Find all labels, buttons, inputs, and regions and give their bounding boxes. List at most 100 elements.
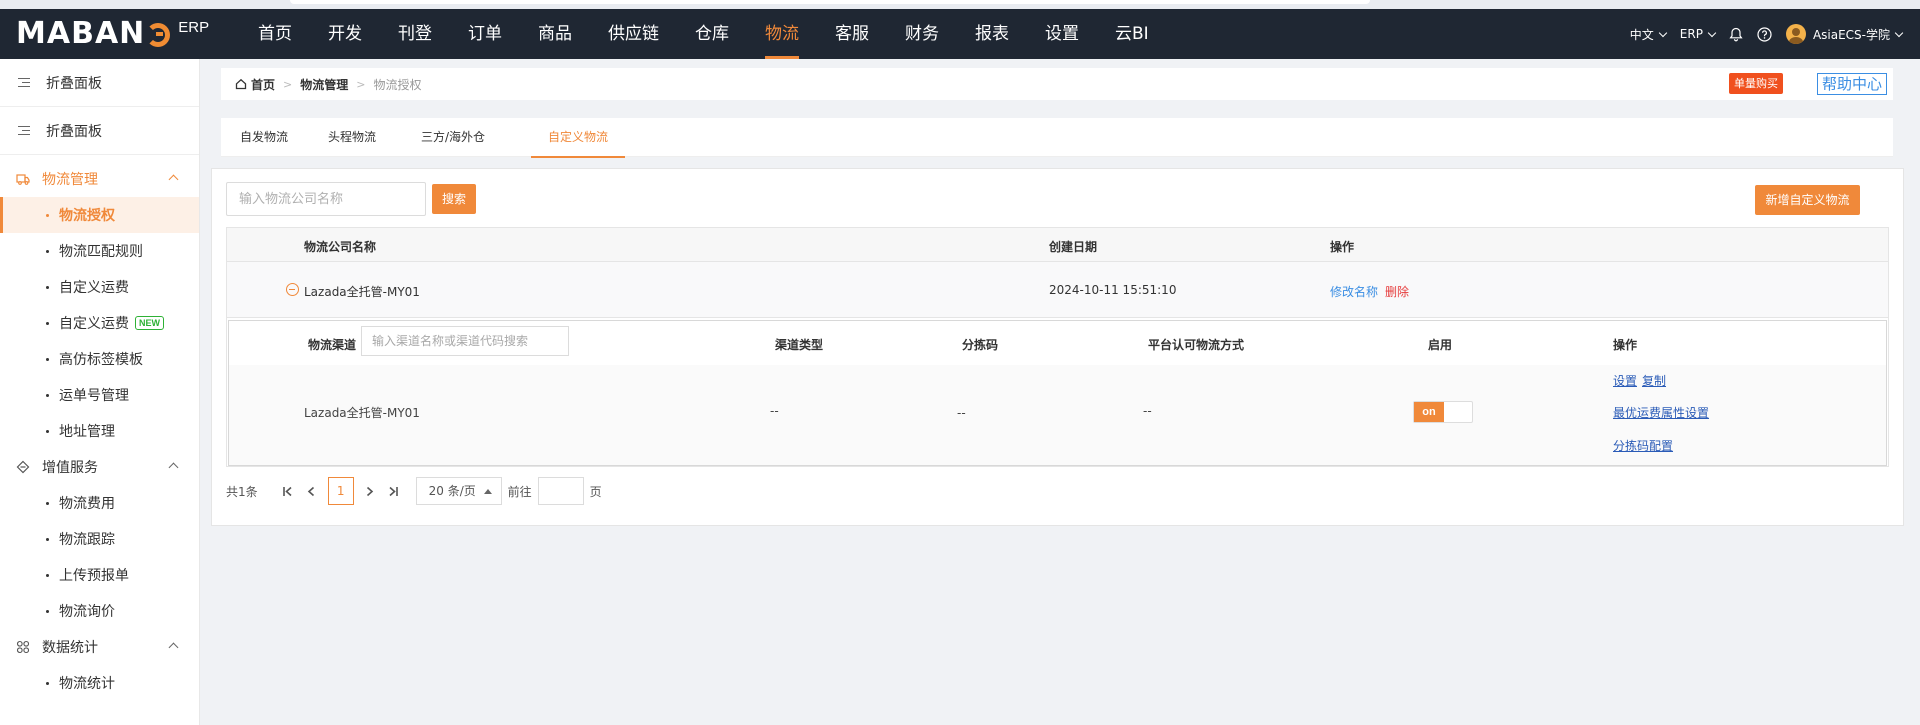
- user-menu[interactable]: AsiaECS-学院: [1785, 24, 1904, 44]
- sidebar-item-logistics-tracking[interactable]: 物流跟踪: [0, 521, 199, 557]
- sidebar-item-label: 物流询价: [59, 604, 115, 620]
- sidebar-item-custom-freight-new[interactable]: 自定义运费 NEW: [0, 305, 199, 341]
- sidebar-item-logistics-auth[interactable]: 物流授权: [0, 197, 199, 233]
- avatar: [1785, 24, 1806, 44]
- bullet-dot: [46, 537, 49, 541]
- buy-volume-button[interactable]: 单量购买: [1729, 73, 1783, 94]
- tab-custom-logistics[interactable]: 自定义物流: [531, 118, 625, 158]
- sidebar-group-logistics-management[interactable]: 物流管理: [0, 161, 199, 197]
- user-name: AsiaECS-学院: [1812, 27, 1890, 42]
- tab-self-shipping[interactable]: 自发物流: [235, 118, 293, 157]
- header-sort-code: 分拣码: [962, 338, 999, 352]
- fold-menu-icon: [18, 77, 30, 88]
- sidebar-item-custom-freight[interactable]: 自定义运费: [0, 269, 199, 305]
- help-icon[interactable]: [1757, 26, 1772, 42]
- chevron-down-icon: [1707, 28, 1717, 37]
- sidebar-item-address-mgmt[interactable]: 地址管理: [0, 413, 199, 449]
- enabled-toggle[interactable]: on: [1413, 401, 1473, 423]
- nav-logistics[interactable]: 物流: [747, 9, 817, 59]
- sidebar-group-value-added-services[interactable]: 增值服务: [0, 449, 199, 485]
- sidebar-group-data-statistics[interactable]: 数据统计: [0, 629, 199, 665]
- nav-products[interactable]: 商品: [520, 9, 590, 59]
- header-channel-type: 渠道类型: [775, 338, 824, 352]
- nav-customer-service[interactable]: 客服: [817, 9, 887, 59]
- sidebar-item-tracking-number-mgmt[interactable]: 运单号管理: [0, 377, 199, 413]
- first-page-icon[interactable]: [276, 477, 300, 505]
- sidebar-item-logistics-quote[interactable]: 物流询价: [0, 593, 199, 629]
- collapse-minus-icon[interactable]: [286, 283, 299, 296]
- bell-icon[interactable]: [1729, 27, 1743, 42]
- company-name: Lazada全托管-MY01: [304, 285, 420, 299]
- fold-panel-1[interactable]: 折叠面板: [0, 59, 199, 107]
- table-header: 物流公司名称 创建日期 操作: [227, 228, 1888, 262]
- fold-panel-2[interactable]: 折叠面板: [0, 107, 199, 155]
- nav-home[interactable]: 首页: [240, 9, 310, 59]
- channel-type-value: --: [770, 404, 779, 418]
- fold-panel-label: 折叠面板: [46, 123, 102, 140]
- nav-settings[interactable]: 设置: [1027, 9, 1097, 59]
- breadcrumb-level1[interactable]: 物流管理: [300, 76, 348, 93]
- company-search-input[interactable]: [226, 182, 426, 216]
- sidebar-item-label: 地址管理: [59, 424, 115, 440]
- logo[interactable]: MABAN ERP: [16, 17, 209, 51]
- system-dropdown[interactable]: ERP: [1680, 27, 1717, 41]
- nav-warehouse[interactable]: 仓库: [677, 9, 747, 59]
- sidebar-item-label: 物流匹配规则: [59, 244, 143, 260]
- language-dropdown[interactable]: 中文: [1629, 26, 1668, 43]
- sidebar-item-upload-manifest[interactable]: 上传预报单: [0, 557, 199, 593]
- bullet-dot: [46, 501, 49, 505]
- logo-text: MABAN: [16, 16, 146, 51]
- page-size-select[interactable]: 20 条/页: [415, 477, 502, 505]
- sidebar-item-logistics-fees[interactable]: 物流费用: [0, 485, 199, 521]
- chevron-down-icon: [1894, 28, 1904, 37]
- bullet-dot: [46, 213, 49, 217]
- created-date: 2024-10-11 15:51:10: [1049, 283, 1177, 297]
- sidebar: 折叠面板 折叠面板 物流管理 物流授权 物流匹配规则 自定义运费 自定义运费 NE…: [0, 59, 200, 725]
- sidebar-group-label: 数据统计: [42, 640, 98, 656]
- header-channel: 物流渠道: [308, 338, 357, 352]
- header-platform-method: 平台认可物流方式: [1148, 338, 1245, 352]
- breadcrumb-separator: >: [356, 77, 366, 91]
- header-enabled: 启用: [1428, 338, 1453, 352]
- sidebar-item-logistics-match-rules[interactable]: 物流匹配规则: [0, 233, 199, 269]
- last-page-icon[interactable]: [382, 477, 406, 505]
- optimal-freight-settings-link[interactable]: 最优运费属性设置: [1613, 404, 1709, 421]
- bullet-dot: [46, 609, 49, 613]
- tab-first-leg[interactable]: 头程物流: [323, 118, 381, 157]
- nav-orders[interactable]: 订单: [450, 9, 520, 59]
- tab-third-party-overseas[interactable]: 三方/海外仓: [413, 118, 493, 157]
- nav-reports[interactable]: 报表: [957, 9, 1027, 59]
- sidebar-item-label: 物流跟踪: [59, 532, 115, 548]
- sort-code-config-link[interactable]: 分拣码配置: [1613, 437, 1673, 454]
- sort-code-value: --: [957, 406, 966, 420]
- next-page-icon[interactable]: [358, 477, 382, 505]
- language-label: 中文: [1629, 27, 1654, 42]
- nav-listing[interactable]: 刊登: [380, 9, 450, 59]
- add-custom-logistics-button[interactable]: 新增自定义物流: [1755, 185, 1860, 215]
- rename-link[interactable]: 修改名称: [1330, 283, 1378, 300]
- breadcrumb-home[interactable]: 首页: [251, 76, 275, 93]
- chevron-up-icon: [168, 462, 179, 473]
- truck-icon: [16, 172, 30, 186]
- nav-finance[interactable]: 财务: [887, 9, 957, 59]
- copy-link[interactable]: 复制: [1642, 372, 1666, 389]
- help-center-button[interactable]: 帮助中心: [1816, 73, 1887, 95]
- sidebar-item-label-templates[interactable]: 高仿标签模板: [0, 341, 199, 377]
- delete-link[interactable]: 删除: [1385, 283, 1409, 300]
- goto-page-input[interactable]: [537, 477, 584, 505]
- settings-link[interactable]: 设置: [1613, 372, 1637, 389]
- nav-develop[interactable]: 开发: [310, 9, 380, 59]
- nav-cloud-bi[interactable]: 云BI: [1097, 9, 1167, 59]
- channel-row: Lazada全托管-MY01 -- -- -- on 设置 复制 最优运费属性设…: [229, 365, 1886, 465]
- sidebar-item-label: 自定义运费: [59, 280, 129, 296]
- current-page[interactable]: 1: [327, 477, 354, 505]
- sidebar-item-logistics-stats[interactable]: 物流统计: [0, 665, 199, 701]
- header-company: 物流公司名称: [304, 240, 377, 254]
- nav-supply-chain[interactable]: 供应链: [590, 9, 677, 59]
- prev-page-icon[interactable]: [300, 477, 324, 505]
- logo-g-icon: [146, 23, 171, 47]
- sidebar-item-label: 上传预报单: [59, 568, 129, 584]
- search-button[interactable]: 搜索: [432, 184, 476, 214]
- channel-search-input[interactable]: [361, 326, 569, 356]
- total-count: 共1条: [226, 484, 258, 499]
